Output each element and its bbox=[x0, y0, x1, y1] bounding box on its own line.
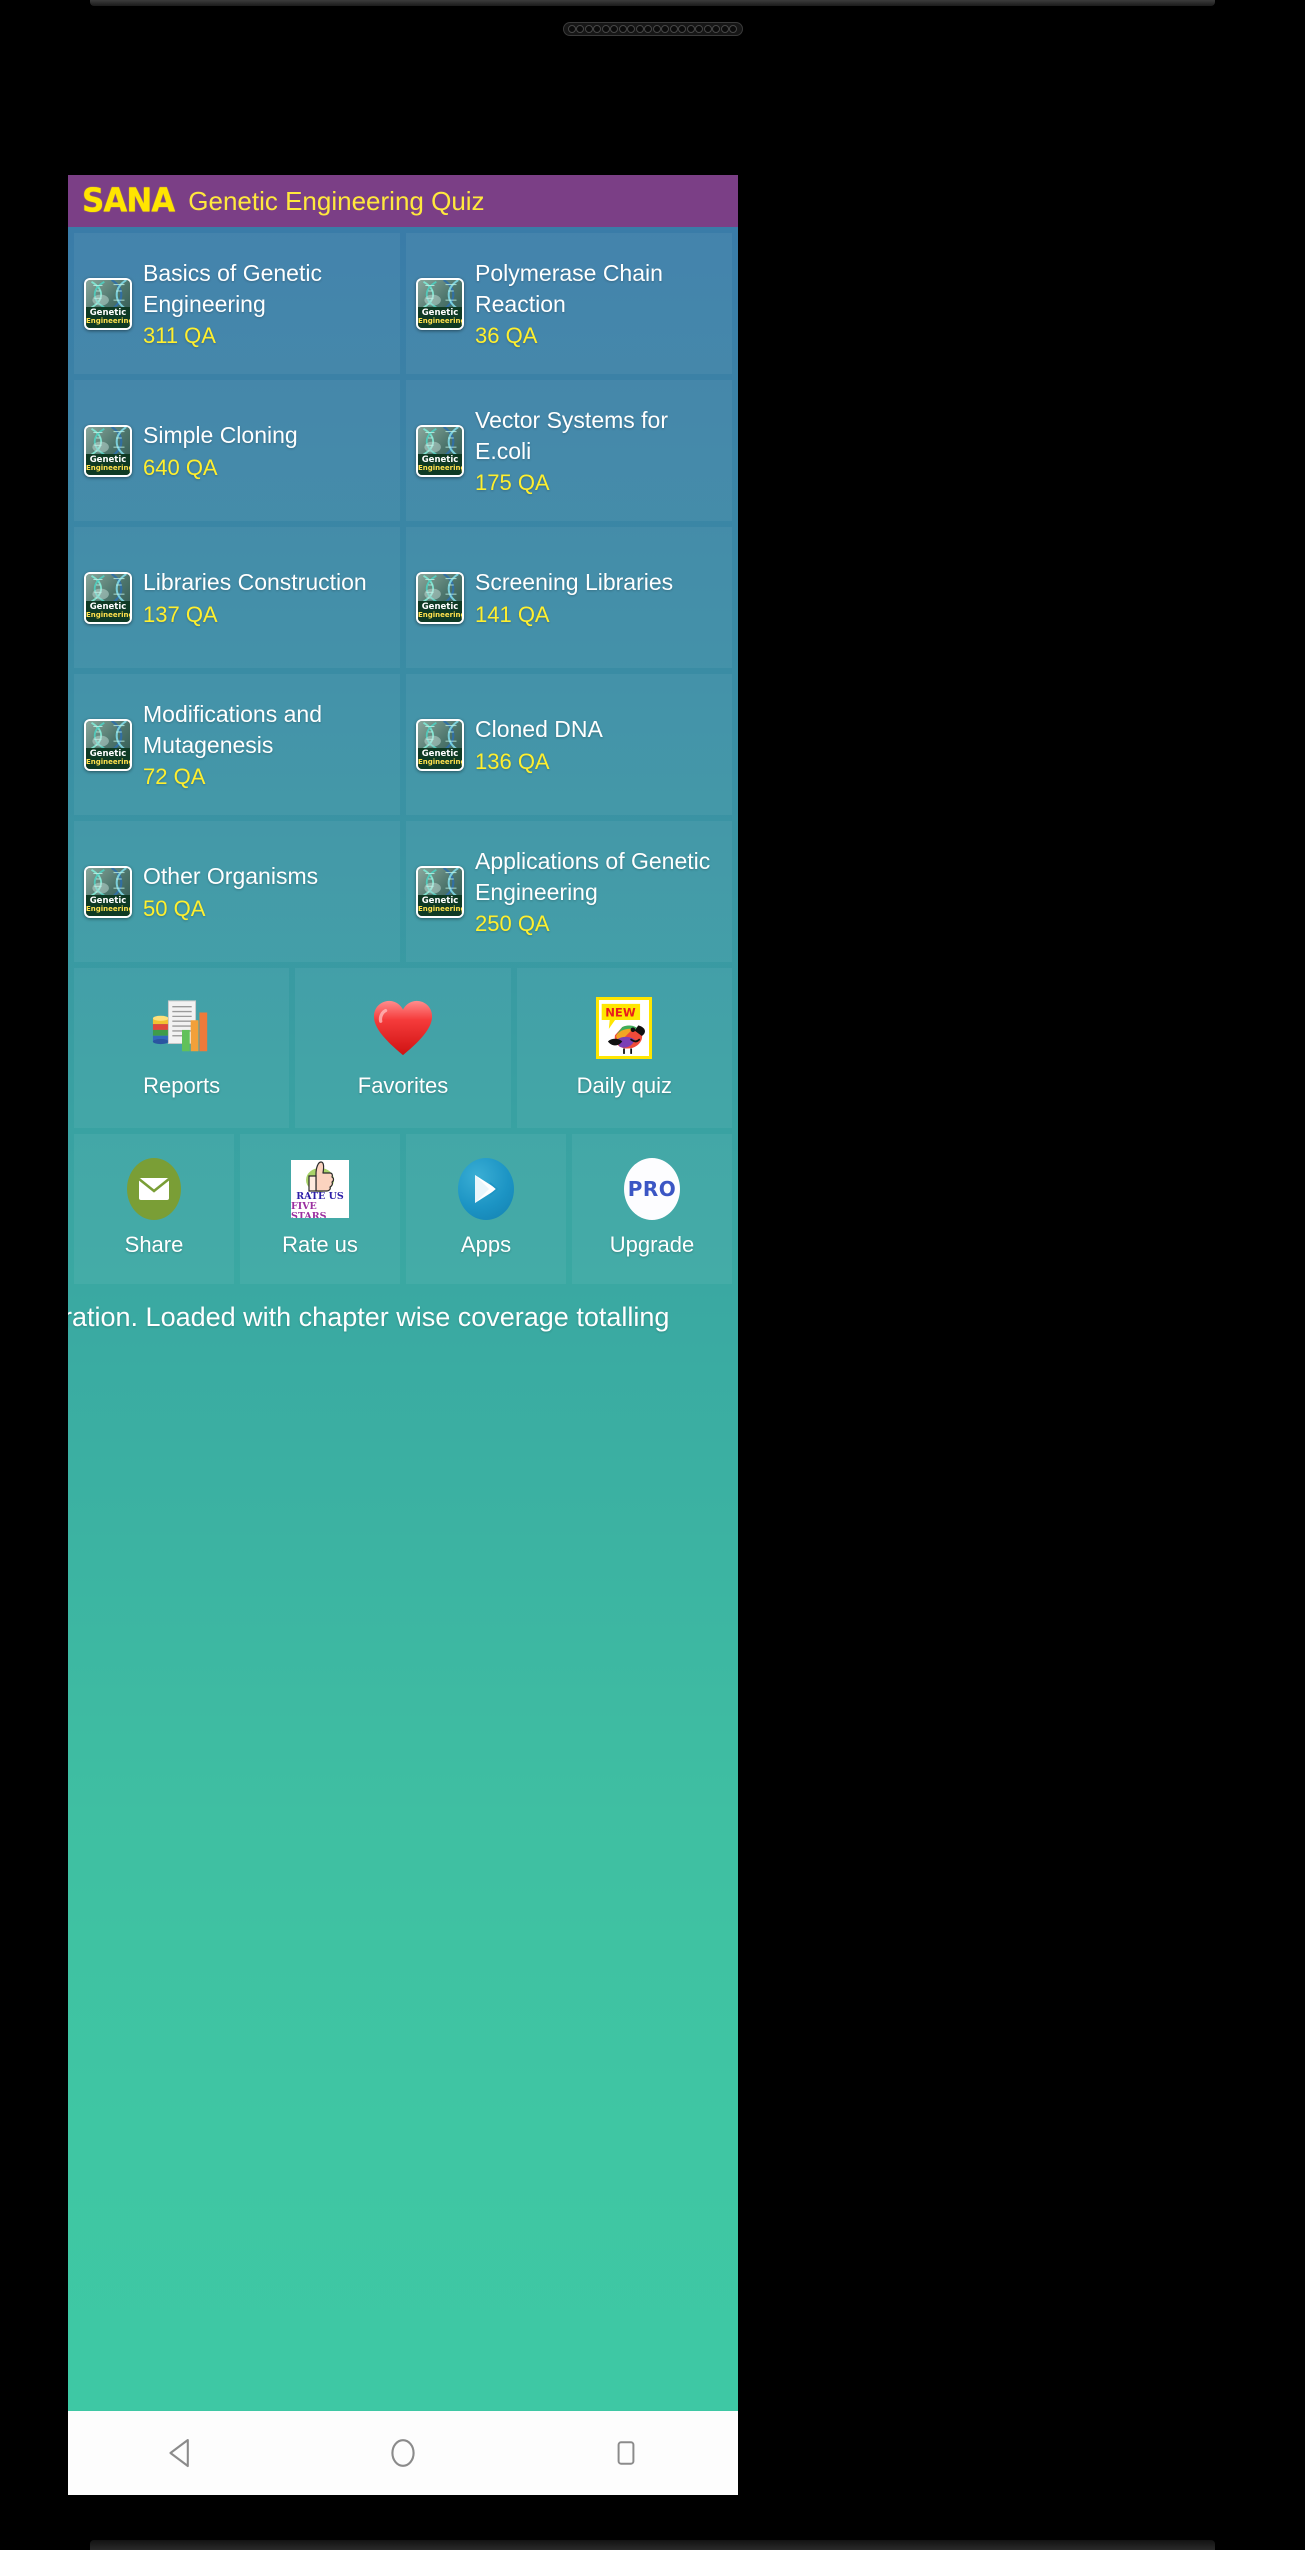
play-store-icon bbox=[457, 1158, 515, 1220]
secondary-action-row: Share RATE US FIVE STARS Rate us Apps PRO Upgr… bbox=[74, 1134, 732, 1284]
chapter-question-count: 50 QA bbox=[143, 895, 206, 921]
chapter-question-count: 250 QA bbox=[475, 910, 550, 936]
dna-helix-icon: Genetic Engineering bbox=[84, 571, 132, 624]
phone-screen: SANA Genetic Engineering Quiz Genetic Eng… bbox=[68, 175, 738, 2495]
action-tile-reports[interactable]: Reports bbox=[74, 968, 290, 1128]
action-label: Reports bbox=[143, 1073, 221, 1098]
chapter-title: Polymerase Chain Reaction bbox=[475, 260, 663, 317]
action-tile-apps[interactable]: Apps bbox=[406, 1134, 566, 1284]
chapter-question-count: 136 QA bbox=[475, 748, 550, 774]
dna-helix-icon: Genetic Engineering bbox=[416, 718, 464, 771]
chapter-tile[interactable]: Genetic Engineering Libraries Construction… bbox=[74, 527, 400, 668]
chapter-title: Basics of Genetic Engineering bbox=[143, 260, 322, 317]
sana-brand-logo: SANA bbox=[82, 182, 175, 220]
chapter-question-count: 175 QA bbox=[475, 469, 550, 495]
dna-helix-icon: Genetic Engineering bbox=[416, 424, 464, 477]
action-label: Daily quiz bbox=[576, 1073, 672, 1098]
chapter-title: Cloned DNA bbox=[475, 716, 603, 743]
home-circle-icon[interactable] bbox=[363, 2423, 443, 2483]
chapter-title: Applications of Genetic Engineering bbox=[475, 848, 711, 905]
reports-chart-icon bbox=[151, 997, 213, 1059]
action-tile-rate-us[interactable]: RATE US FIVE STARS Rate us bbox=[240, 1134, 400, 1284]
action-label: Favorites bbox=[357, 1073, 449, 1098]
device-frame: SANA Genetic Engineering Quiz Genetic Eng… bbox=[0, 0, 1305, 2550]
chapter-title: Screening Libraries bbox=[475, 569, 674, 596]
chapter-tile[interactable]: Genetic Engineering Basics of Genetic Engi… bbox=[74, 233, 400, 374]
new-bird-icon: NEW bbox=[596, 997, 653, 1059]
chapter-tile[interactable]: Genetic Engineering Vector Systems for E.c… bbox=[406, 380, 732, 521]
chapter-title: Modifications and Mutagenesis bbox=[143, 701, 322, 758]
chapter-tile[interactable]: Genetic Engineering Polymerase Chain React… bbox=[406, 233, 732, 374]
android-navigation-bar bbox=[68, 2411, 738, 2495]
chapter-question-count: 640 QA bbox=[143, 454, 218, 480]
chapter-grid: Genetic Engineering Basics of Genetic Engi… bbox=[74, 233, 732, 962]
envelope-icon bbox=[125, 1158, 183, 1220]
app-header: SANA Genetic Engineering Quiz bbox=[68, 175, 738, 227]
dna-helix-icon: Genetic Engineering bbox=[416, 865, 464, 918]
pro-badge-icon: PRO bbox=[623, 1158, 681, 1220]
chapter-question-count: 311 QA bbox=[143, 322, 216, 348]
chapter-title: Simple Cloning bbox=[143, 422, 298, 449]
recents-square-icon[interactable] bbox=[586, 2423, 666, 2483]
action-label: Rate us bbox=[282, 1232, 358, 1257]
heart-icon bbox=[372, 997, 434, 1059]
app-title: Genetic Engineering Quiz bbox=[188, 185, 485, 216]
action-tile-favorites[interactable]: Favorites bbox=[295, 968, 511, 1128]
marquee-text: aration. Loaded with chapter wise covera… bbox=[68, 1301, 670, 1332]
dna-helix-icon: Genetic Engineering bbox=[416, 571, 464, 624]
chapter-tile[interactable]: Genetic Engineering Simple Cloning 640 QA bbox=[74, 380, 400, 521]
chapter-question-count: 72 QA bbox=[143, 763, 206, 789]
chapter-question-count: 137 QA bbox=[143, 601, 218, 627]
thumbs-up-icon: RATE US FIVE STARS bbox=[291, 1160, 349, 1218]
action-tile-daily-quiz[interactable]: NEW Daily quiz bbox=[516, 968, 732, 1128]
dna-helix-icon: Genetic Engineering bbox=[84, 718, 132, 771]
chapter-tile[interactable]: Genetic Engineering Applications of Geneti… bbox=[406, 821, 732, 962]
top-bezel-strip bbox=[90, 0, 1215, 6]
primary-action-row: Reports Favorites NEW Daily quiz bbox=[74, 968, 732, 1128]
chapter-tile[interactable]: Genetic Engineering Screening Libraries 141… bbox=[406, 527, 732, 668]
chapter-question-count: 141 QA bbox=[475, 601, 550, 627]
chapter-title: Libraries Construction bbox=[143, 569, 367, 596]
action-label: Share bbox=[124, 1232, 184, 1257]
chapter-title: Other Organisms bbox=[143, 863, 319, 890]
dna-helix-icon: Genetic Engineering bbox=[416, 277, 464, 330]
action-label: Apps bbox=[460, 1232, 512, 1257]
dna-helix-icon: Genetic Engineering bbox=[84, 865, 132, 918]
back-triangle-icon[interactable] bbox=[140, 2423, 220, 2483]
app-body: Genetic Engineering Basics of Genetic Engi… bbox=[68, 227, 738, 2495]
chapter-tile[interactable]: Genetic Engineering Cloned DNA 136 QA bbox=[406, 674, 732, 815]
dna-helix-icon: Genetic Engineering bbox=[84, 424, 132, 477]
action-tile-upgrade[interactable]: PRO Upgrade bbox=[572, 1134, 732, 1284]
action-tile-share[interactable]: Share bbox=[74, 1134, 234, 1284]
marquee-bar: aration. Loaded with chapter wise covera… bbox=[68, 1290, 738, 1344]
chapter-tile[interactable]: Genetic Engineering Other Organisms 50 QA bbox=[74, 821, 400, 962]
dna-helix-icon: Genetic Engineering bbox=[84, 277, 132, 330]
svg-text:NEW: NEW bbox=[606, 1005, 637, 1019]
bottom-bezel-strip bbox=[90, 2540, 1215, 2550]
chapter-title: Vector Systems for E.coli bbox=[475, 407, 669, 464]
earpiece-speaker-grille bbox=[562, 22, 743, 36]
chapter-tile[interactable]: Genetic Engineering Modifications and Muta… bbox=[74, 674, 400, 815]
action-label: Upgrade bbox=[609, 1232, 695, 1257]
chapter-question-count: 36 QA bbox=[475, 322, 538, 348]
